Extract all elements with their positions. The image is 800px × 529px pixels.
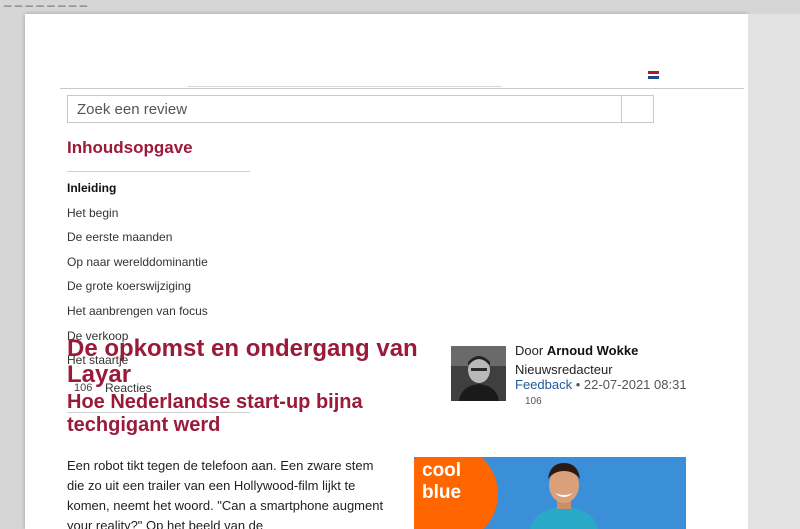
coolblue-logo-line2: blue (422, 482, 462, 503)
header-divider (60, 88, 744, 89)
toc-divider (67, 171, 250, 172)
browser-top-strip: _ _ _ _ _ _ _ _ (0, 0, 800, 14)
author-reaction-count[interactable]: 106 (525, 396, 542, 407)
ad-person-icon (530, 463, 598, 529)
toc-item-het-begin[interactable]: Het begin (67, 205, 208, 230)
author-avatar[interactable] (451, 346, 506, 401)
meta-separator: • (575, 377, 581, 392)
feedback-link[interactable]: Feedback (515, 377, 572, 392)
coolblue-logo-line1: cool (422, 460, 462, 481)
coolblue-ad[interactable]: cool blue (414, 457, 686, 529)
article-subtitle: Hoe Nederlandse start-up bijna techgigan… (67, 391, 363, 436)
toc-title: Inhoudsopgave (67, 138, 193, 157)
dutch-flag-icon[interactable] (648, 71, 659, 79)
reactions-link[interactable]: Reacties (105, 381, 152, 395)
author-by-prefix: Door (515, 343, 544, 358)
author-portrait-icon (451, 346, 506, 401)
search-box (67, 95, 654, 123)
toc-item-werelddominantie[interactable]: Op naar werelddominantie (67, 254, 208, 279)
author-byline: Door Arnoud Wokke (515, 343, 638, 358)
toc-item-koerswijziging[interactable]: De grote koerswijziging (67, 278, 208, 303)
author-name[interactable]: Arnoud Wokke (547, 343, 639, 358)
search-input[interactable] (68, 96, 622, 122)
toc-item-inleiding[interactable]: Inleiding (67, 180, 208, 205)
search-button[interactable] (621, 96, 653, 122)
author-meta: Feedback • 22-07-2021 08:31 (515, 377, 687, 392)
toc-item-focus[interactable]: Het aanbrengen van focus (67, 303, 208, 328)
header-divider-inner (188, 86, 502, 87)
author-role: Nieuwsredacteur (515, 362, 613, 377)
reactions-count[interactable]: 106 (74, 382, 92, 394)
publish-datetime: 22-07-2021 08:31 (583, 377, 687, 392)
article-intro: Een robot tikt tegen de telefoon aan. Ee… (67, 458, 384, 529)
toc-item-eerste-maanden[interactable]: De eerste maanden (67, 229, 208, 254)
clipped-top-text: _ _ _ _ _ _ _ _ (4, 0, 87, 7)
right-gutter (748, 14, 800, 529)
reactions-divider (67, 412, 250, 413)
coolblue-logo-text: cool blue (422, 460, 482, 504)
